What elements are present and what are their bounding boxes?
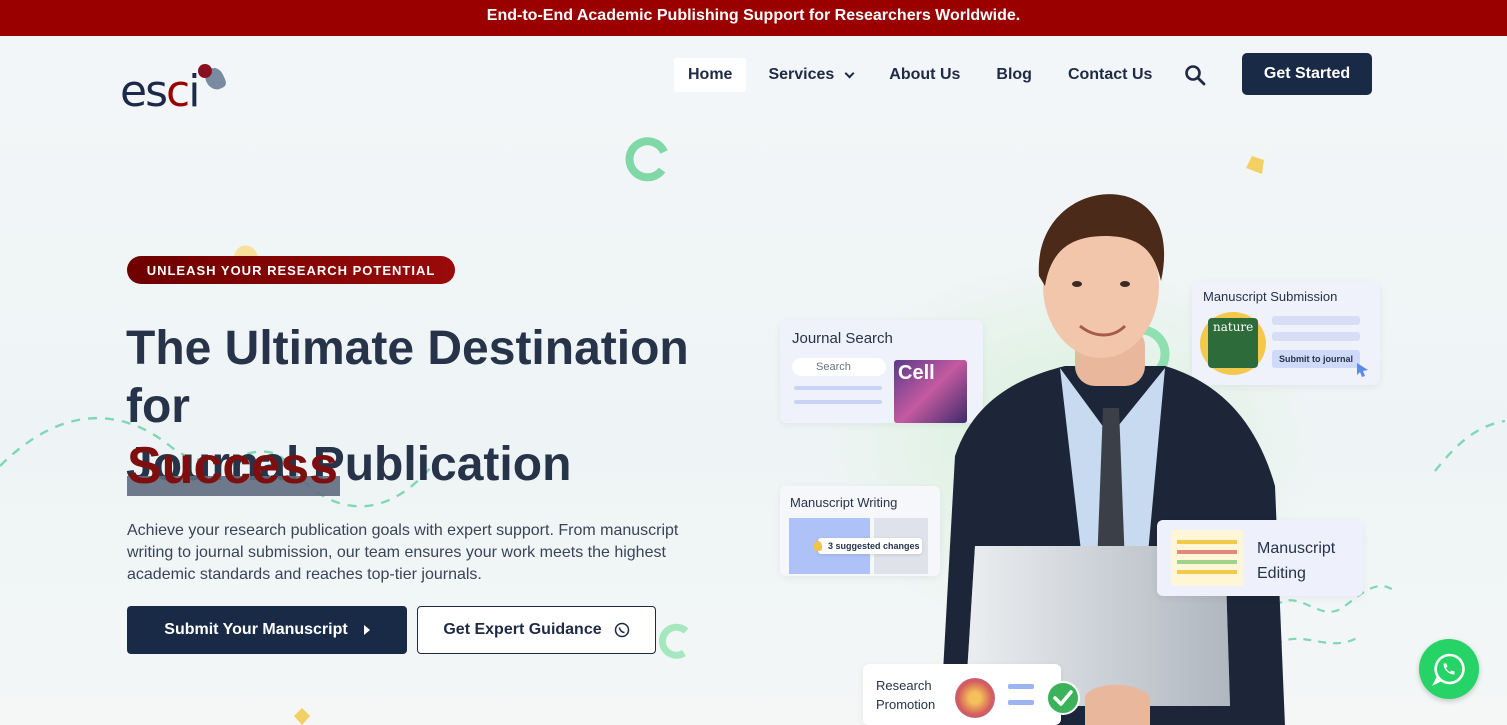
journal-search-input: Search: [792, 358, 886, 376]
submit-manuscript-button[interactable]: Submit Your Manuscript: [127, 606, 407, 654]
whatsapp-icon: [614, 622, 629, 638]
suggestion-text: 3 suggested changes: [828, 541, 920, 551]
edit-line: [1177, 540, 1237, 544]
research-promotion-title-line2: Promotion: [876, 697, 936, 712]
get-expert-guidance-button[interactable]: Get Expert Guidance: [417, 606, 656, 654]
edit-line: [1177, 550, 1237, 554]
search-icon[interactable]: [1184, 64, 1206, 86]
submit-manuscript-label: Submit Your Manuscript: [164, 621, 348, 638]
manuscript-writing-card: Manuscript Writing 3 suggested changes: [780, 486, 940, 576]
whatsapp-chat-button[interactable]: [1419, 639, 1479, 699]
logo-wordmark: esci: [120, 66, 200, 117]
yellow-shape-bottom: [294, 708, 310, 725]
logo-mark-dot: [198, 64, 212, 78]
nav-contact-us[interactable]: Contact Us: [1054, 58, 1166, 92]
nav-home[interactable]: Home: [674, 58, 747, 92]
main-nav: Home Services About Us Blog Contact Us: [674, 58, 1166, 92]
lightbulb-icon: [814, 541, 822, 551]
whatsapp-icon: [1432, 653, 1465, 686]
edit-line: [1177, 560, 1237, 564]
text-line: [794, 400, 882, 404]
manuscript-writing-title: Manuscript Writing: [790, 495, 898, 510]
green-ring-bottom: [658, 623, 689, 659]
cursor-icon: [1357, 363, 1368, 377]
manuscript-editing-title-line2: Editing: [1257, 565, 1306, 582]
get-started-button[interactable]: Get Started: [1242, 53, 1372, 95]
dashed-wave-right: [1434, 419, 1506, 472]
logo[interactable]: esci: [120, 56, 230, 117]
research-promotion-card: Research Promotion: [863, 664, 1061, 725]
research-promotion-title-line1: Research: [876, 678, 932, 693]
announcement-text: End-to-End Academic Publishing Support f…: [486, 7, 1021, 24]
text-line: [1008, 700, 1034, 705]
nav-services-label: Services: [768, 66, 835, 83]
journal-search-title: Journal Search: [792, 330, 893, 347]
hero-badge: UNLEASH YOUR RESEARCH POTENTIAL: [127, 256, 455, 284]
hero-title-line1: The Ultimate Destination for: [126, 322, 689, 433]
manuscript-editing-card: Manuscript Editing: [1157, 520, 1363, 596]
check-circle-icon: [1046, 681, 1080, 715]
submit-to-journal-chip: Submit to journal: [1272, 350, 1360, 368]
suggestion-chip: 3 suggested changes: [814, 538, 922, 554]
nav-about-us[interactable]: About Us: [875, 58, 974, 92]
businessman-photo: [940, 194, 1285, 725]
edit-line: [1177, 570, 1237, 574]
hero-description: Achieve your research publication goals …: [127, 522, 679, 583]
manuscript-editing-title: Manuscript Editing: [1257, 536, 1335, 586]
text-line: [1272, 316, 1360, 325]
play-arrow-icon: [363, 625, 370, 635]
page: esci Home Services About Us Blog Contact…: [0, 36, 1507, 725]
hero-title-highlight: Success: [127, 437, 339, 495]
announcement-bar: End-to-End Academic Publishing Support f…: [0, 0, 1507, 36]
green-ring-top: [625, 137, 668, 182]
cell-cover-text: Cell: [898, 362, 935, 384]
chevron-down-icon: [844, 68, 855, 78]
nav-services[interactable]: Services: [754, 58, 867, 92]
text-line: [794, 386, 882, 390]
editing-preview: [1171, 530, 1243, 586]
text-line: [1008, 684, 1034, 689]
text-line: [1272, 332, 1360, 341]
get-expert-guidance-label: Get Expert Guidance: [443, 621, 602, 638]
manuscript-editing-title-line1: Manuscript: [1257, 540, 1336, 557]
research-promotion-title: Research Promotion: [876, 676, 935, 714]
yellow-shape-top-right: [1246, 156, 1264, 174]
nav-blog[interactable]: Blog: [982, 58, 1046, 92]
research-image: [955, 678, 995, 718]
